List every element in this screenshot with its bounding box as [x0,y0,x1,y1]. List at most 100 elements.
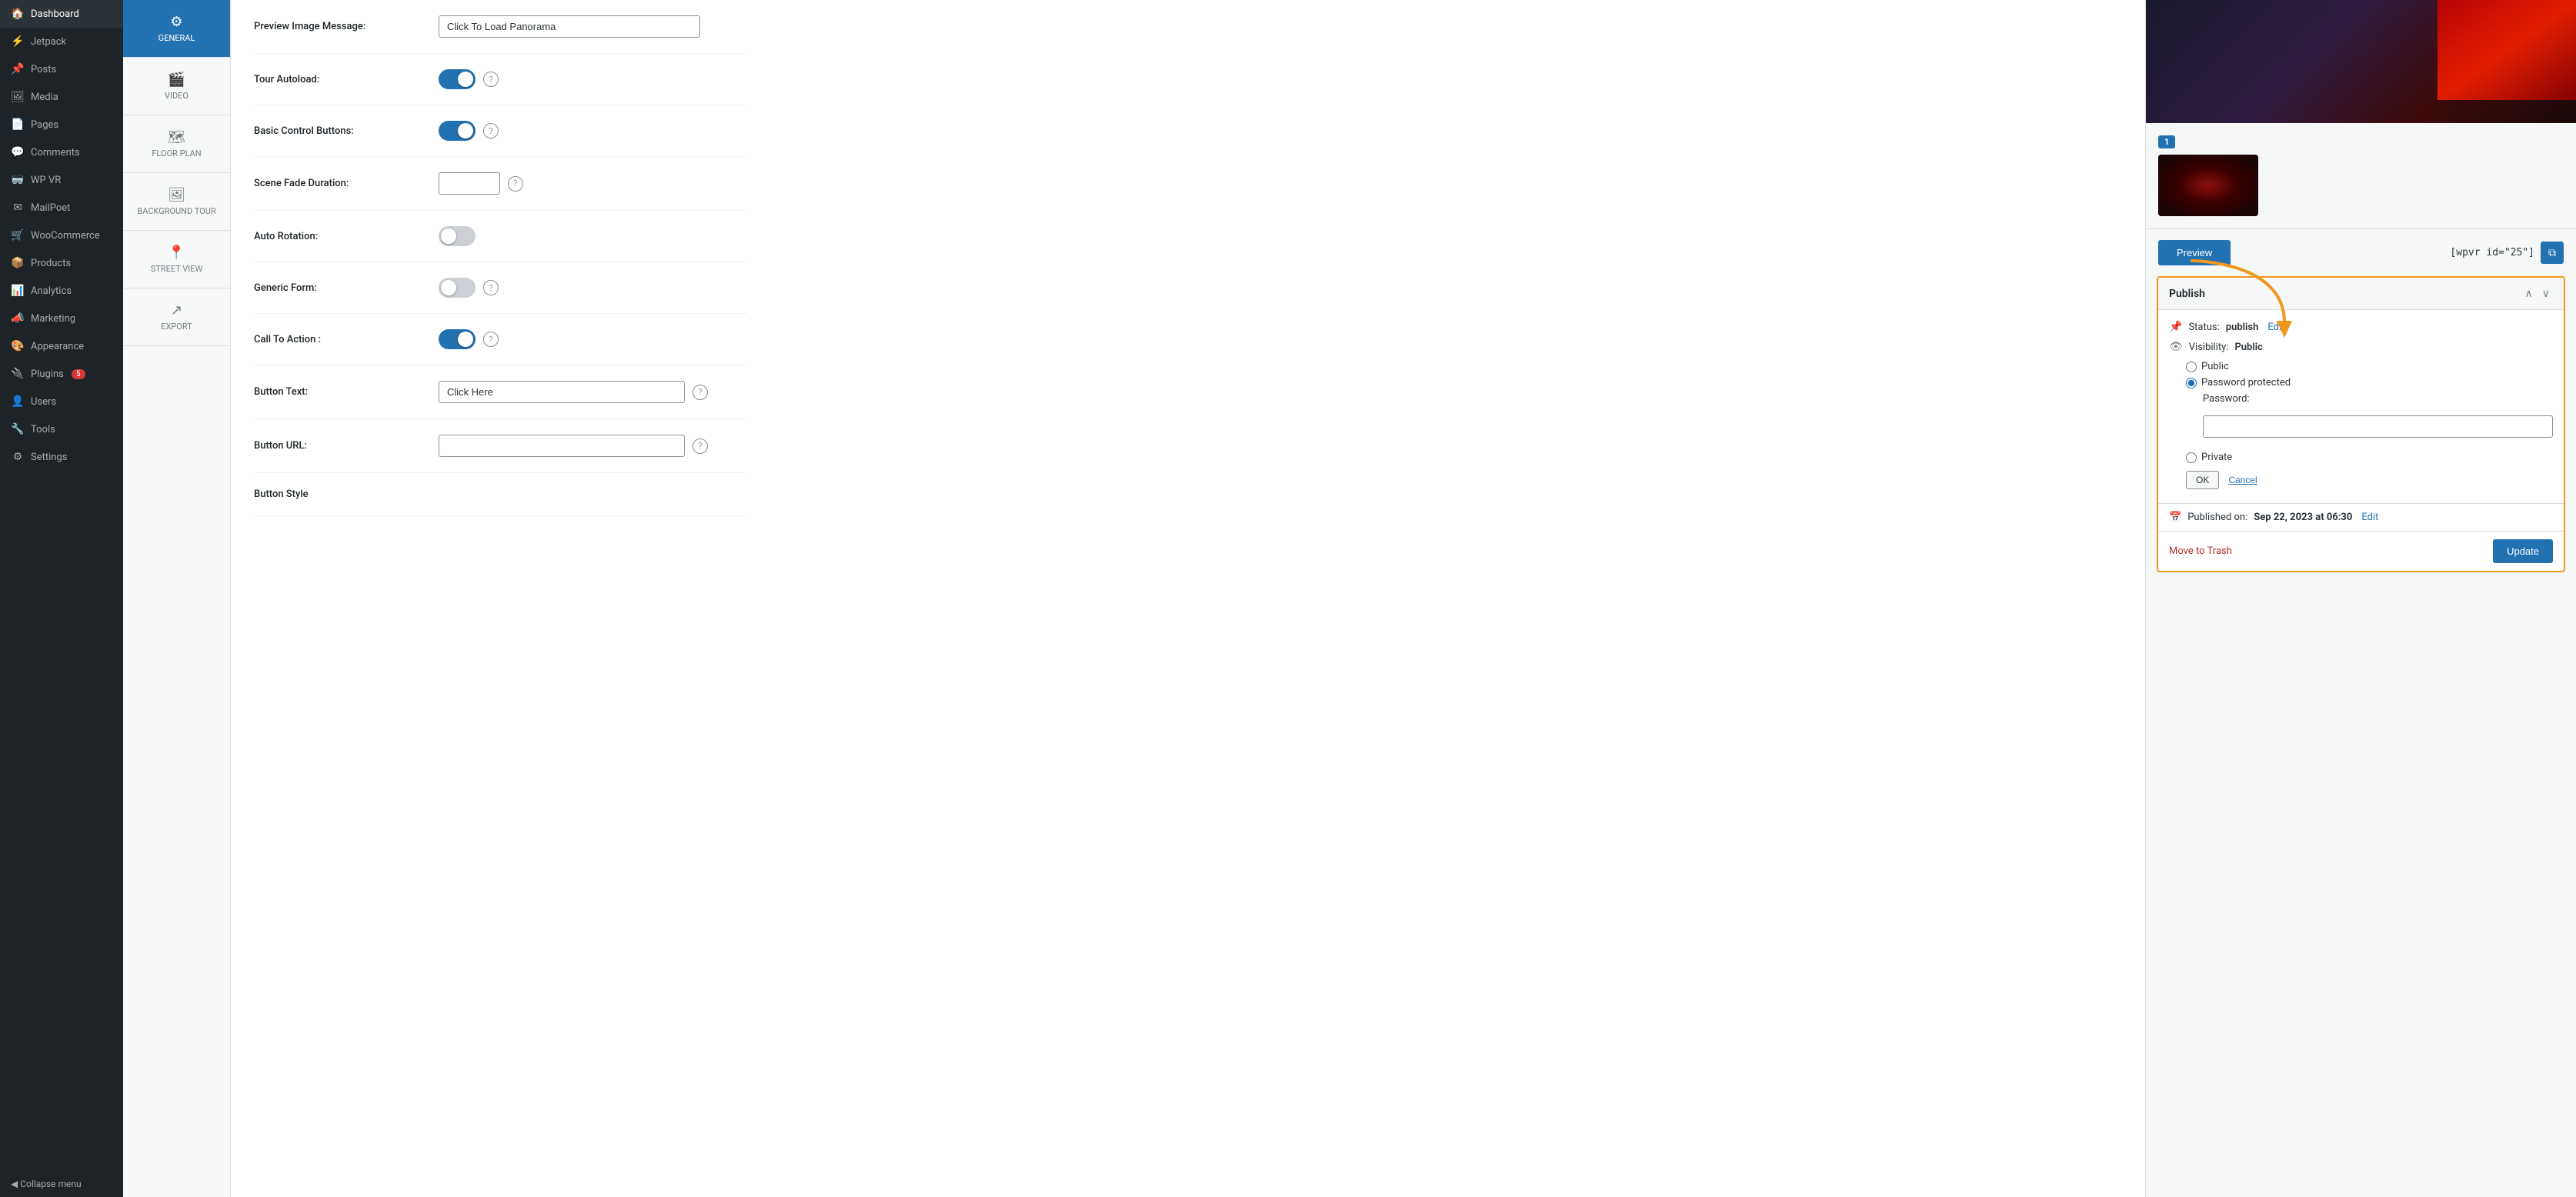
scene-fade-duration-input[interactable] [439,172,500,195]
products-icon: 📦 [11,257,25,269]
visibility-public-option[interactable]: Public [2186,361,2553,372]
auto-rotation-toggle[interactable] [439,226,475,246]
sidebar-item-comments[interactable]: 💬 Comments [0,138,123,166]
sub-sidebar-label: EXPORT [161,322,192,332]
calendar-icon: 📅 [2169,512,2181,523]
visibility-password-option[interactable]: Password protected [2186,377,2553,388]
publish-expand-button[interactable]: ∨ [2539,285,2553,302]
call-to-action-info[interactable]: ? [483,332,499,347]
publish-visibility-row: 👁 Visibility: Public [2169,341,2553,353]
floor-plan-icon: 🗺 [168,129,185,145]
sub-sidebar-item-background-tour[interactable]: 🖼 BACKGROUND TOUR [123,173,230,231]
sub-sidebar-item-video[interactable]: 🎬 VIDEO [123,58,230,115]
visibility-public-radio[interactable] [2186,362,2197,372]
copy-shortcode-button[interactable]: ⧉ [2541,242,2564,264]
shortcode-text: [wpvr id="25"] [2450,247,2534,258]
sidebar-item-wpvr[interactable]: 🥽 WP VR [0,166,123,194]
publish-collapse-button[interactable]: ∧ [2522,285,2536,302]
published-on-edit-link[interactable]: Edit [2361,512,2378,523]
sub-sidebar-item-floor-plan[interactable]: 🗺 FLOOR PLAN [123,115,230,173]
preview-image-message-input[interactable] [439,15,700,38]
generic-form-toggle[interactable] [439,278,475,298]
button-url-info[interactable]: ? [692,438,708,454]
street-view-icon: 📍 [168,245,185,261]
sidebar-item-settings[interactable]: ⚙ Settings [0,443,123,471]
tour-autoload-label: Tour Autoload: [254,74,423,85]
move-to-trash-link[interactable]: Move to Trash [2169,545,2232,557]
sidebar-item-analytics[interactable]: 📊 Analytics [0,277,123,305]
publish-box: Publish ∧ ∨ 📌 Status: publish Edit 👁 Vis… [2157,276,2565,572]
visibility-password-radio[interactable] [2186,378,2197,388]
preview-button[interactable]: Preview [2158,240,2231,265]
sidebar-item-label: Analytics [31,285,72,297]
visibility-public-label: Public [2201,361,2229,372]
visibility-private-option[interactable]: Private [2186,452,2553,463]
sidebar-item-label: WooCommerce [31,230,100,242]
button-text-input[interactable] [439,381,685,403]
tour-autoload-info[interactable]: ? [483,72,499,87]
visibility-radio-group: Public Password protected Password: Priv… [2186,361,2553,463]
sidebar-item-dashboard[interactable]: 🏠 Dashboard [0,0,123,28]
password-label: Password: [2203,393,2553,405]
generic-form-slider [439,278,475,298]
sub-sidebar-item-export[interactable]: ↗ EXPORT [123,288,230,346]
sidebar-item-posts[interactable]: 📌 Posts [0,55,123,83]
sidebar-item-appearance[interactable]: 🎨 Appearance [0,332,123,360]
sidebar-item-woocommerce[interactable]: 🛒 WooCommerce [0,222,123,249]
tour-thumbnail-inner [2158,155,2258,216]
sub-sidebar-label: FLOOR PLAN [152,148,201,158]
visibility-ok-button[interactable]: OK [2186,471,2219,489]
form-row-button-style: Button Style [254,473,746,516]
button-text-info[interactable]: ? [692,385,708,400]
visibility-cancel-button[interactable]: Cancel [2225,471,2260,489]
sub-sidebar-item-street-view[interactable]: 📍 STREET VIEW [123,231,230,288]
tour-autoload-toggle[interactable] [439,69,475,89]
button-text-control: ? [439,381,746,403]
preview-image-message-control [439,15,746,38]
tour-number-badge: 1 [2158,135,2175,148]
form-row-preview-image-message: Preview Image Message: [254,0,746,54]
comments-icon: 💬 [11,146,25,158]
call-to-action-toggle[interactable] [439,329,475,349]
form-row-button-url: Button URL: ? [254,419,746,473]
sidebar-item-label: Media [31,92,58,103]
form-row-tour-autoload: Tour Autoload: ? [254,54,746,105]
sidebar-item-jetpack[interactable]: ⚡ Jetpack [0,28,123,55]
sidebar-item-tools[interactable]: 🔧 Tools [0,415,123,443]
scene-fade-duration-control: ? [439,172,746,195]
generic-form-label: Generic Form: [254,282,423,294]
button-text-label: Button Text: [254,386,423,398]
preview-image-placeholder [2146,0,2576,123]
sidebar-item-marketing[interactable]: 📣 Marketing [0,305,123,332]
scene-fade-duration-info[interactable]: ? [508,176,523,192]
publish-status-row: 📌 Status: publish Edit [2169,321,2553,333]
main-content: Preview Image Message: Tour Autoload: ? … [231,0,2145,1197]
collapse-menu[interactable]: ◀ Collapse menu [0,1171,123,1197]
update-button[interactable]: Update [2493,539,2553,563]
basic-control-buttons-toggle[interactable] [439,121,475,141]
status-value: publish [2226,322,2259,333]
sidebar-item-plugins[interactable]: 🔌 Plugins 5 [0,360,123,388]
status-edit-link[interactable]: Edit [2267,322,2284,333]
sidebar-item-users[interactable]: 👤 Users [0,388,123,415]
visibility-password-label: Password protected [2201,377,2291,388]
jetpack-icon: ⚡ [11,35,25,48]
preview-image-message-label: Preview Image Message: [254,21,423,32]
media-icon: 🖼 [11,91,25,103]
sidebar-item-mailpoet[interactable]: ✉ MailPoet [0,194,123,222]
sub-sidebar-item-general[interactable]: ⚙ GENERAL [123,0,230,58]
visibility-private-radio[interactable] [2186,452,2197,463]
password-input[interactable] [2203,415,2553,438]
auto-rotation-label: Auto Rotation: [254,231,423,242]
sidebar-item-label: WP VR [31,175,61,186]
button-url-input[interactable] [439,435,685,457]
generic-form-info[interactable]: ? [483,280,499,295]
basic-control-buttons-info[interactable]: ? [483,123,499,138]
sidebar-item-pages[interactable]: 📄 Pages [0,111,123,138]
plugins-icon: 🔌 [11,368,25,380]
publish-body: 📌 Status: publish Edit 👁 Visibility: Pub… [2158,310,2564,503]
sidebar-item-products[interactable]: 📦 Products [0,249,123,277]
general-icon: ⚙ [170,14,182,30]
sidebar-item-media[interactable]: 🖼 Media [0,83,123,111]
right-panel: 1 Preview [wpvr id="25"] ⧉ Publish ∧ ∨ [2145,0,2576,1197]
